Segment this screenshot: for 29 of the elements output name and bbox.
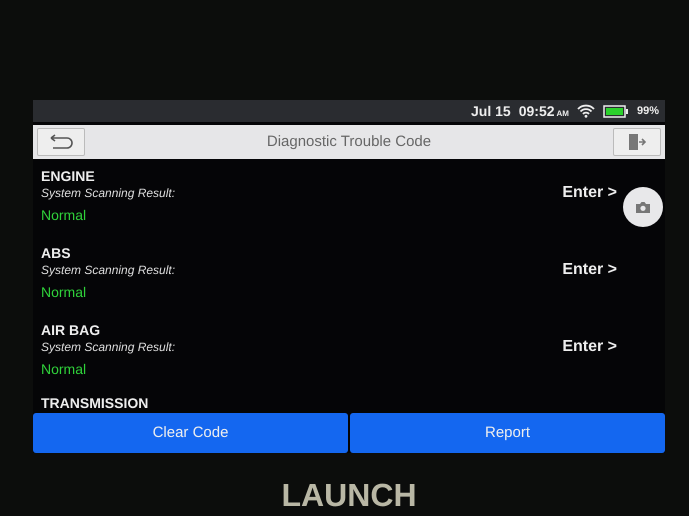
back-arrow-icon	[48, 134, 74, 150]
camera-button[interactable]	[623, 187, 663, 227]
enter-link[interactable]: Enter >	[562, 258, 617, 282]
scan-result-status: Normal	[41, 283, 88, 302]
system-name: ENGINE	[41, 168, 96, 184]
scan-result-label: System Scanning Result:	[41, 339, 176, 356]
back-button[interactable]	[37, 128, 85, 156]
clock-time: 09:52	[518, 102, 555, 120]
system-name: TRANSMISSION	[41, 395, 148, 411]
system-name: AIR BAG	[41, 322, 102, 338]
battery-percent: 99%	[636, 104, 659, 119]
scan-result-status: Normal	[41, 360, 88, 379]
enter-link[interactable]: Enter >	[562, 335, 617, 359]
date-text: Jul 15	[471, 102, 511, 120]
system-name: ABS	[41, 245, 72, 261]
wifi-icon	[576, 104, 595, 118]
scan-result-status: Normal	[41, 206, 88, 225]
enter-link[interactable]: Enter >	[562, 181, 617, 205]
report-button[interactable]: Report	[350, 413, 665, 453]
camera-icon	[635, 200, 651, 214]
screen-title: Diagnostic Trouble Code	[266, 132, 432, 152]
clear-code-button[interactable]: Clear Code	[33, 413, 348, 453]
exit-button[interactable]	[612, 128, 661, 156]
am-pm-text: AM	[556, 108, 569, 120]
battery-icon	[602, 104, 629, 118]
scan-result-label: System Scanning Result:	[41, 262, 176, 279]
exit-door-icon	[626, 133, 647, 151]
scan-result-label: System Scanning Result:	[41, 185, 176, 202]
brand-logo: LAUNCH	[280, 476, 418, 515]
